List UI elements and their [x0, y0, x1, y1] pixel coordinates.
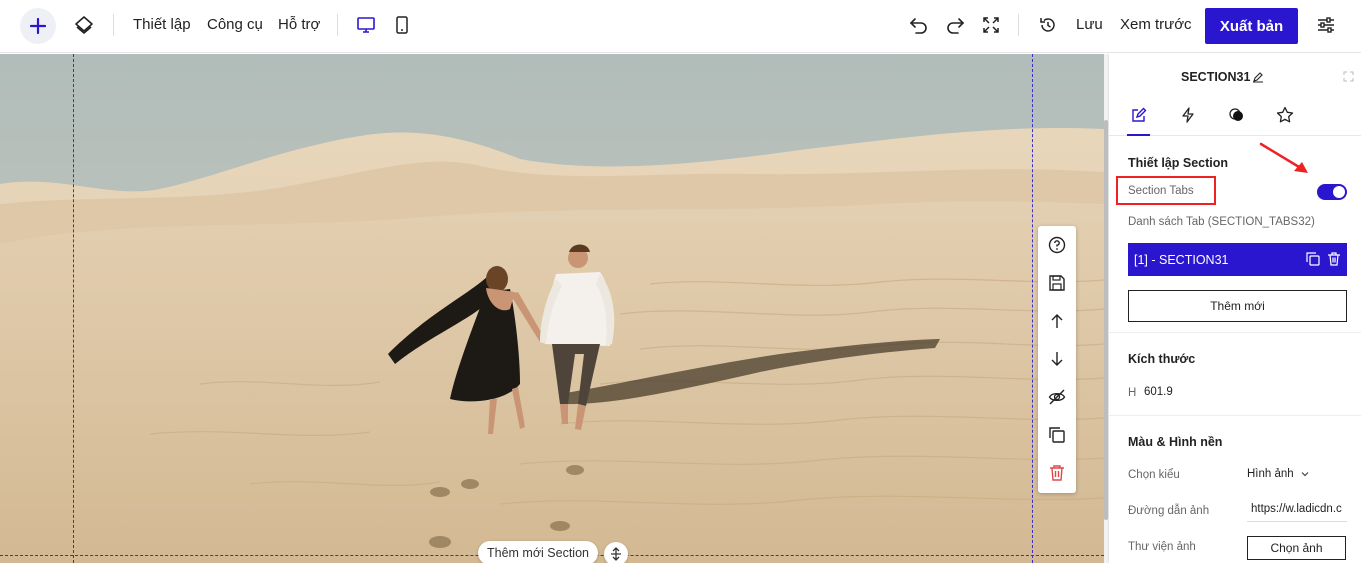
add-section-button[interactable]: Thêm mới Section: [478, 541, 598, 563]
choose-type-label: Chọn kiểu: [1128, 469, 1180, 481]
divider: [1018, 14, 1019, 36]
save-icon: [1049, 275, 1065, 291]
redo-icon: [947, 18, 965, 34]
tab-item-label: [1] - SECTION31: [1134, 253, 1229, 267]
desktop-icon: [357, 17, 375, 33]
section-tabs-label: Section Tabs: [1128, 185, 1194, 197]
sliders-icon: [1318, 17, 1334, 33]
tab-style[interactable]: [1126, 102, 1152, 128]
copy-icon: [1049, 427, 1065, 443]
editor-canvas[interactable]: Thêm mới Section: [0, 54, 1104, 563]
history-button[interactable]: [1037, 14, 1059, 36]
tab-list-label: Danh sách Tab (SECTION_TABS32): [1128, 216, 1315, 228]
plus-icon: [30, 18, 46, 34]
eye-off-icon: [1048, 389, 1066, 405]
background-heading: Màu & Hình nền: [1128, 435, 1223, 449]
tab-actions[interactable]: [1175, 102, 1201, 128]
add-element-button[interactable]: [20, 8, 56, 44]
desktop-view-button[interactable]: [355, 14, 377, 36]
arrow-up-icon: [1051, 314, 1063, 328]
panel-tabs: [1109, 98, 1361, 136]
annotation-arrow-icon: [1259, 142, 1308, 173]
hide-section-button[interactable]: [1047, 387, 1067, 407]
undo-button[interactable]: [908, 14, 930, 36]
properties-panel: SECTION31 Thiết lập Section Section Tabs…: [1108, 54, 1361, 563]
image-library-label: Thư viện ảnh: [1128, 541, 1196, 553]
edit-icon: [1132, 107, 1147, 122]
divider: [337, 14, 338, 36]
height-value[interactable]: 601.9: [1144, 386, 1173, 398]
menu-tools[interactable]: Công cụ: [207, 16, 263, 33]
history-icon: [1040, 18, 1055, 32]
question-circle-icon: [1048, 236, 1066, 254]
active-tab-indicator: [1127, 134, 1150, 136]
tab-favorites[interactable]: [1272, 102, 1298, 128]
desert-background-image: [0, 54, 1104, 563]
star-icon: [1276, 106, 1294, 123]
choose-image-button[interactable]: Chọn ảnh: [1247, 536, 1346, 560]
image-path-label: Đường dẫn ảnh: [1128, 505, 1210, 517]
tab-effects[interactable]: [1224, 102, 1250, 128]
section-settings-heading: Thiết lập Section: [1128, 156, 1229, 170]
effect-icon: [1229, 108, 1243, 121]
expand-panel-icon[interactable]: [1343, 71, 1354, 82]
move-down-button[interactable]: [1047, 349, 1067, 369]
publish-button[interactable]: Xuất bản: [1205, 8, 1298, 44]
chevron-down-icon: [1301, 472, 1309, 477]
tab-list-item[interactable]: [1] - SECTION31: [1128, 243, 1347, 276]
resize-vertical-icon: [611, 547, 621, 561]
save-button[interactable]: Lưu: [1076, 16, 1103, 33]
save-section-button[interactable]: [1047, 273, 1067, 293]
preview-button[interactable]: Xem trước: [1120, 16, 1192, 33]
lightning-icon: [1182, 107, 1194, 123]
section-toolbar: [1038, 226, 1076, 493]
top-toolbar: Thiết lập Công cụ Hỗ trợ Lưu Xem trước X…: [0, 0, 1361, 53]
image-url-input[interactable]: https://w.ladicdn.c: [1247, 498, 1347, 522]
resize-handle[interactable]: [604, 542, 628, 563]
arrow-down-icon: [1051, 352, 1063, 366]
mobile-view-button[interactable]: [391, 14, 413, 36]
edit-name-icon[interactable]: [1252, 71, 1264, 83]
menu-help[interactable]: Hỗ trợ: [278, 16, 320, 33]
add-tab-button[interactable]: Thêm mới: [1128, 290, 1347, 322]
trash-icon[interactable]: [1327, 252, 1341, 266]
size-heading: Kích thước: [1128, 352, 1196, 366]
undo-icon: [909, 18, 927, 34]
duplicate-section-button[interactable]: [1047, 425, 1067, 445]
background-type-value: Hình ảnh: [1247, 468, 1294, 480]
move-up-button[interactable]: [1047, 311, 1067, 331]
section-guide-left: [73, 54, 74, 563]
menu-settings[interactable]: Thiết lập: [133, 16, 191, 33]
divider: [1109, 415, 1361, 416]
redo-button[interactable]: [944, 14, 966, 36]
divider: [113, 14, 114, 36]
height-label: H: [1128, 387, 1137, 399]
layers-button[interactable]: [73, 14, 95, 36]
expand-icon: [983, 17, 999, 33]
section-guide-right: [1032, 54, 1033, 563]
background-type-select[interactable]: Hình ảnh: [1247, 468, 1310, 480]
copy-icon[interactable]: [1306, 252, 1320, 266]
mobile-icon: [396, 16, 408, 34]
divider: [1109, 332, 1361, 333]
delete-section-button[interactable]: [1047, 463, 1067, 483]
section-tabs-toggle[interactable]: [1317, 184, 1347, 200]
trash-icon: [1050, 465, 1064, 481]
settings-button[interactable]: [1315, 14, 1337, 36]
layers-icon: [75, 16, 93, 34]
help-button[interactable]: [1047, 235, 1067, 255]
fullscreen-button[interactable]: [980, 14, 1002, 36]
panel-title: SECTION31: [1181, 70, 1251, 84]
